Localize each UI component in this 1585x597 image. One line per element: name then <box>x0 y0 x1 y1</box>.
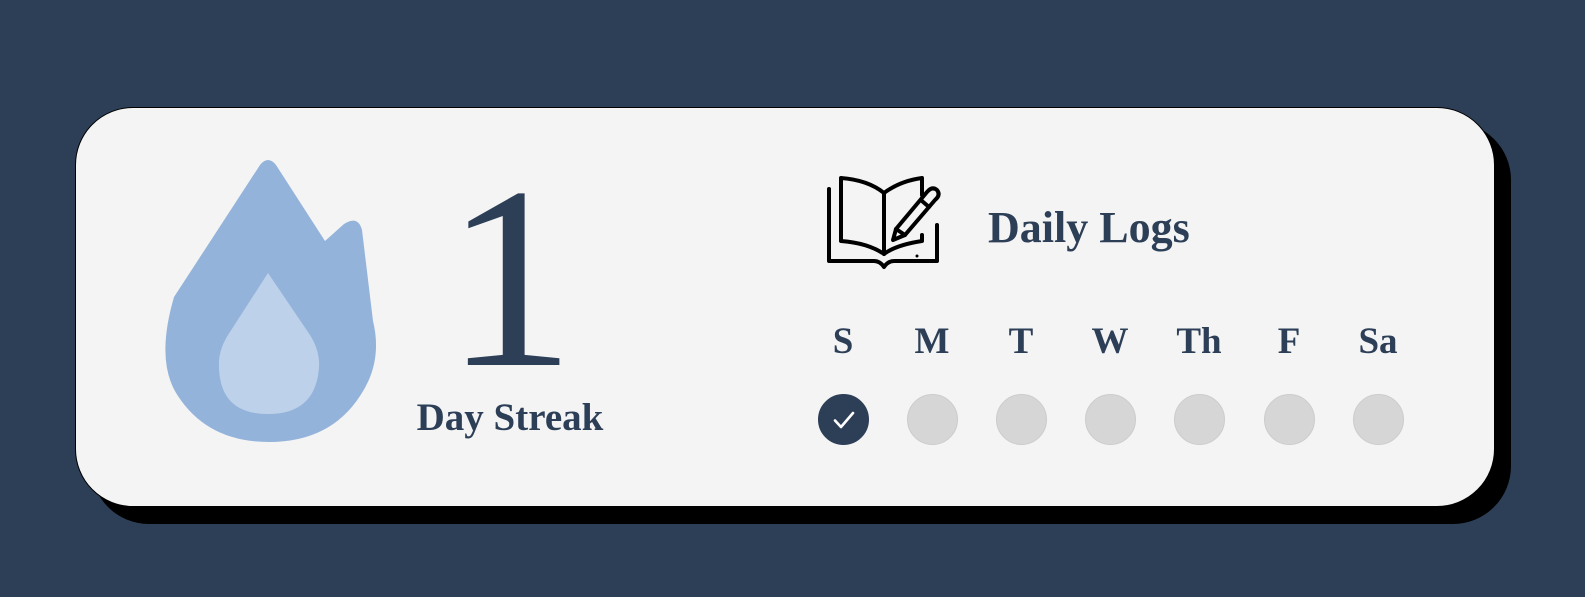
day-status-dot[interactable] <box>1084 394 1136 445</box>
day-label: M <box>914 321 950 362</box>
day-column-saturday: Sa <box>1338 320 1418 445</box>
day-column-sunday: S <box>803 320 883 445</box>
day-label: F <box>1277 321 1301 362</box>
day-status-dot[interactable] <box>906 394 958 445</box>
streak-label: Day Streak <box>416 396 604 439</box>
day-status-dot[interactable] <box>995 394 1047 445</box>
day-status-dot[interactable] <box>1173 394 1225 445</box>
day-status-dot[interactable] <box>1352 394 1404 445</box>
day-column-wednesday: W <box>1070 320 1150 445</box>
day-label: T <box>1008 321 1034 362</box>
day-label: Sa <box>1358 321 1398 362</box>
day-column-thursday: Th <box>1159 320 1239 445</box>
book-pencil-icon <box>827 176 941 269</box>
day-column-tuesday: T <box>981 320 1061 445</box>
day-column-friday: F <box>1249 320 1329 445</box>
day-label: W <box>1091 321 1129 362</box>
daily-logs-title: Daily Logs <box>988 203 1190 252</box>
flame-icon <box>165 160 377 442</box>
day-column-monday: M <box>892 320 972 445</box>
day-status-dot[interactable] <box>817 394 869 445</box>
day-status-dot[interactable] <box>1263 394 1315 445</box>
checkmark-icon <box>833 411 854 429</box>
day-label: S <box>832 321 854 362</box>
day-label: Th <box>1176 321 1222 362</box>
streak-count: 1 <box>445 134 575 422</box>
